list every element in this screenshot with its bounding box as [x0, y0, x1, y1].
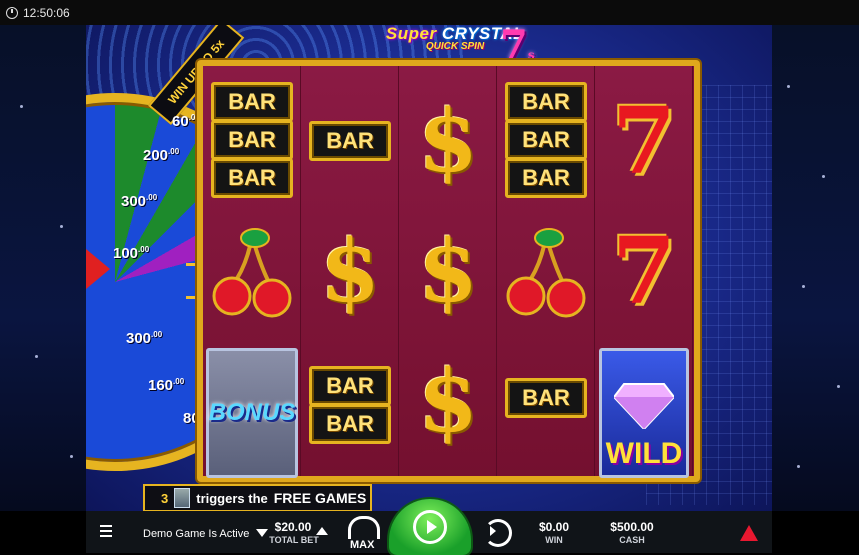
autoplay-icon[interactable] [484, 519, 512, 547]
status-bar: 12:50:06 [0, 0, 859, 25]
wild-label: WILD [605, 437, 683, 470]
reels-area: BAR BAR BAR BONUS BAR $ BAR BAR $ $ $ BAR BAR BAR BAR 7… [203, 66, 694, 478]
cherry-icon [506, 228, 586, 318]
bar-symbol: BAR [505, 82, 587, 122]
trigger-banner: 3 triggers the FREE GAMES [143, 484, 372, 512]
cash-value: $500.00 [610, 520, 654, 534]
bar-symbol: BAR [505, 120, 587, 160]
bonus-symbol: BONUS [206, 348, 298, 478]
wheel-segment-label: 100.00 [113, 245, 150, 262]
reel-5: 7 7 WILD [595, 66, 693, 478]
cash-label: CASH [619, 535, 645, 545]
seven-symbol: 7 [611, 87, 676, 195]
clock-icon [6, 6, 18, 19]
dollar-symbol: $ [418, 220, 478, 322]
cherry-icon [212, 228, 292, 318]
reel-1: BAR BAR BAR BONUS [203, 66, 301, 478]
diamond-icon [614, 383, 674, 429]
right-starfield [772, 25, 859, 511]
bar-symbol: BAR [309, 404, 391, 444]
win-value: $0.00 [538, 520, 570, 534]
seven-symbol: 7 [611, 217, 676, 325]
play-icon [413, 510, 447, 544]
bar-symbol: BAR [211, 120, 293, 160]
left-starfield [0, 25, 86, 511]
total-bet-label: TOTAL BET [269, 535, 319, 545]
wheel-segment-label: 300.00 [121, 193, 158, 210]
dollar-symbol: $ [320, 220, 380, 322]
reel-4: BAR BAR BAR BAR [497, 66, 595, 476]
control-bar: Demo Game Is Active $20.00 TOTAL BET MAX… [86, 499, 772, 555]
wild-symbol: WILD [599, 348, 689, 478]
wheel-segment-label: 200.00 [143, 147, 180, 164]
bar-symbol: BAR [505, 378, 587, 418]
menu-icon[interactable] [100, 525, 112, 537]
bar-symbol: BAR [505, 158, 587, 198]
bet-increase-button[interactable] [316, 527, 328, 535]
status-time: 12:50:06 [23, 5, 70, 20]
trigger-free-games: FREE GAMES [273, 490, 367, 506]
bonus-mini-icon [174, 488, 191, 508]
wheel-segment-label: 160.00 [148, 377, 185, 394]
max-bet-button[interactable]: MAX [350, 539, 374, 551]
reels-frame: BAR BAR BAR BONUS BAR $ BAR BAR $ $ $ BAR BAR BAR BAR 7… [197, 60, 700, 482]
cherry-symbol [207, 216, 297, 326]
dollar-symbol: $ [418, 90, 478, 192]
bar-symbol: BAR [211, 158, 293, 198]
reel-2: BAR $ BAR BAR [301, 66, 399, 476]
wheel-pointer-icon [86, 249, 110, 289]
wheel-segment-label: 300.00 [126, 330, 163, 347]
reel-3: $ $ $ [399, 66, 497, 476]
max-bet-icon[interactable] [348, 516, 380, 539]
bar-symbol: BAR [211, 82, 293, 122]
wheel-segment-label: 60.00 [172, 113, 200, 130]
total-bet-value: $20.00 [274, 520, 312, 534]
bar-symbol: BAR [309, 366, 391, 406]
bar-symbol: BAR [309, 121, 391, 161]
provider-logo-icon [740, 525, 758, 541]
dollar-symbol: $ [418, 350, 478, 452]
demo-status: Demo Game Is Active [143, 528, 250, 540]
win-label: WIN [545, 535, 563, 545]
cherry-symbol [501, 216, 591, 326]
trigger-count: 3 [161, 490, 169, 506]
trigger-text: triggers the [196, 490, 268, 506]
